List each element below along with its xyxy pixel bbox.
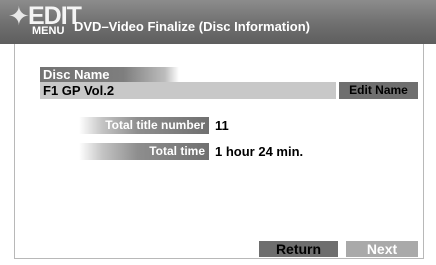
return-button[interactable]: Return [259,241,338,257]
logo-menu-text: MENU [32,25,65,37]
edit-name-button[interactable]: Edit Name [339,82,418,99]
star-icon: ✦ [8,2,30,32]
total-time-label: Total time [79,143,209,160]
total-title-number-label: Total title number [79,117,209,134]
total-time-value: 1 hour 24 min. [215,144,304,159]
disc-name-value: F1 GP Vol.2 [43,83,115,98]
next-button[interactable]: Next [346,241,418,257]
disc-name-label: Disc Name [40,67,179,82]
disc-info-panel: Disc Name F1 GP Vol.2 Edit Name Total ti… [14,44,424,259]
header-bar: ✦ EDIT MENU DVD–Video Finalize (Disc Inf… [0,0,436,44]
total-title-number-value: 11 [215,118,229,133]
page-title: DVD–Video Finalize (Disc Information) [74,19,310,34]
